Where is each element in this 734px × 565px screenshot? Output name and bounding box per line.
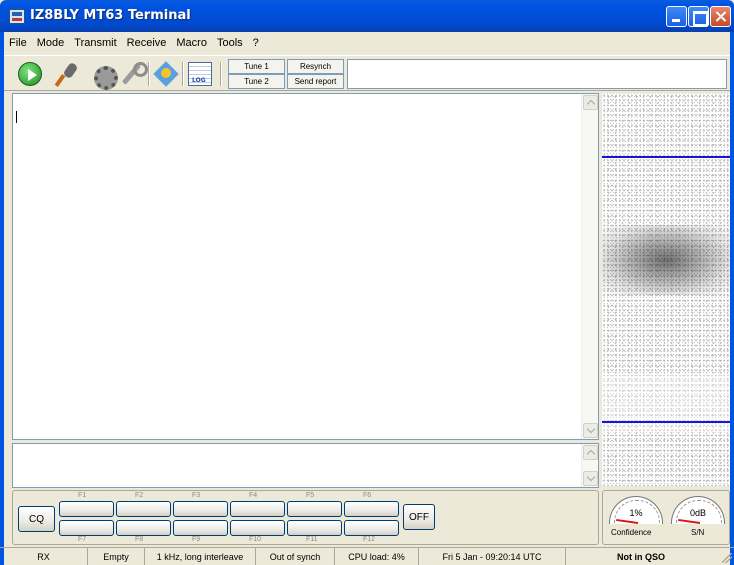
starburst-icon[interactable] xyxy=(154,62,178,86)
macro-f8-button[interactable] xyxy=(116,520,171,536)
tune1-button[interactable]: Tune 1 xyxy=(228,59,285,74)
toolbar-separator xyxy=(220,62,222,86)
status-qso: Not in QSO xyxy=(617,552,665,562)
send-report-button[interactable]: Send report xyxy=(287,74,344,89)
transmit-text-area[interactable] xyxy=(12,443,599,488)
status-datetime: Fri 5 Jan - 09:20:14 UTC xyxy=(419,548,566,565)
confidence-needle xyxy=(616,518,639,524)
macro-bar: CQ F1 F2 F3 F4 F5 F6 F7 F8 F9 F10 F11 F1… xyxy=(12,490,599,545)
sn-gauge: 0dB xyxy=(671,496,725,524)
waterfall-fade xyxy=(602,373,730,433)
transmit-preview-field[interactable] xyxy=(347,59,727,89)
status-sync: Out of synch xyxy=(256,548,335,565)
menu-mode[interactable]: Mode xyxy=(32,37,70,49)
status-mode: RX xyxy=(0,548,88,565)
sn-value: 0dB xyxy=(689,508,706,518)
f4-label: F4 xyxy=(249,492,258,499)
tune2-button[interactable]: Tune 2 xyxy=(228,74,285,89)
status-bar: RX Empty 1 kHz, long interleave Out of s… xyxy=(0,547,734,565)
f9-label: F9 xyxy=(192,536,201,543)
gear-icon[interactable] xyxy=(90,62,118,90)
microphone-icon[interactable] xyxy=(56,62,80,86)
play-icon[interactable] xyxy=(18,62,42,86)
sn-label: S/N xyxy=(691,528,705,537)
close-button[interactable] xyxy=(710,6,731,27)
text-caret xyxy=(16,111,17,123)
macro-f6-button[interactable] xyxy=(344,501,399,517)
menu-macro[interactable]: Macro xyxy=(171,37,212,49)
menu-bar: File Mode Transmit Receive Macro Tools ? xyxy=(4,32,730,54)
f6-label: F6 xyxy=(363,492,372,499)
f11-label: F11 xyxy=(306,536,318,543)
signal-band xyxy=(602,225,730,295)
macro-f1-button[interactable] xyxy=(59,501,114,517)
wrench-icon[interactable] xyxy=(120,62,148,86)
macro-f5-button[interactable] xyxy=(287,501,342,517)
title-bar[interactable]: IZ8BLY MT63 Terminal xyxy=(0,0,734,32)
toolbar: Tune 1 Tune 2 Resynch Send report xyxy=(4,55,730,91)
confidence-gauge: 1% xyxy=(609,496,663,524)
sn-needle xyxy=(678,518,701,524)
f2-label: F2 xyxy=(135,492,144,499)
scroll-up-icon[interactable] xyxy=(583,95,598,110)
off-button[interactable]: OFF xyxy=(403,504,435,530)
window-frame-left xyxy=(0,32,4,565)
minimize-button[interactable] xyxy=(666,6,687,27)
macro-f9-button[interactable] xyxy=(173,520,228,536)
status-cpu: CPU load: 4% xyxy=(335,548,419,565)
f12-label: F12 xyxy=(363,536,376,543)
resynch-button[interactable]: Resynch xyxy=(287,59,344,74)
scroll-up-icon[interactable] xyxy=(583,445,598,460)
macro-f2-button[interactable] xyxy=(116,501,171,517)
f5-label: F5 xyxy=(306,492,315,499)
transmit-scrollbar[interactable] xyxy=(581,444,598,487)
window-title: IZ8BLY MT63 Terminal xyxy=(30,8,191,23)
window-frame-right xyxy=(730,32,734,565)
menu-tools[interactable]: Tools xyxy=(212,37,248,49)
cq-button[interactable]: CQ xyxy=(18,506,55,532)
macro-f3-button[interactable] xyxy=(173,501,228,517)
logbook-icon[interactable] xyxy=(188,62,212,86)
macro-f4-button[interactable] xyxy=(230,501,285,517)
confidence-label: Confidence xyxy=(611,528,652,537)
maximize-button[interactable] xyxy=(688,6,709,27)
menu-receive[interactable]: Receive xyxy=(122,37,172,49)
menu-transmit[interactable]: Transmit xyxy=(69,37,121,49)
macro-f12-button[interactable] xyxy=(344,520,399,536)
resize-grip-icon[interactable] xyxy=(722,553,732,563)
meters-panel: 1% Confidence 0dB S/N xyxy=(602,490,730,545)
f7-label: F7 xyxy=(78,536,87,543)
toolbar-separator xyxy=(182,62,184,86)
toolbar-separator xyxy=(148,62,150,86)
receive-scrollbar[interactable] xyxy=(581,94,598,439)
app-icon xyxy=(9,9,25,24)
confidence-value: 1% xyxy=(629,508,643,518)
scroll-down-icon[interactable] xyxy=(583,471,598,486)
f3-label: F3 xyxy=(192,492,201,499)
macro-f7-button[interactable] xyxy=(59,520,114,536)
receive-text-area[interactable] xyxy=(12,93,599,440)
waterfall-display[interactable] xyxy=(602,93,730,486)
f10-label: F10 xyxy=(249,536,262,543)
f1-label: F1 xyxy=(78,492,87,499)
status-buffer: Empty xyxy=(88,548,145,565)
macro-f10-button[interactable] xyxy=(230,520,285,536)
f8-label: F8 xyxy=(135,536,144,543)
status-settings: 1 kHz, long interleave xyxy=(145,548,256,565)
macro-f11-button[interactable] xyxy=(287,520,342,536)
lower-bandwidth-marker[interactable] xyxy=(602,421,730,423)
scroll-down-icon[interactable] xyxy=(583,423,598,438)
menu-help[interactable]: ? xyxy=(248,37,264,49)
menu-file[interactable]: File xyxy=(4,37,32,49)
upper-bandwidth-marker[interactable] xyxy=(602,156,730,158)
